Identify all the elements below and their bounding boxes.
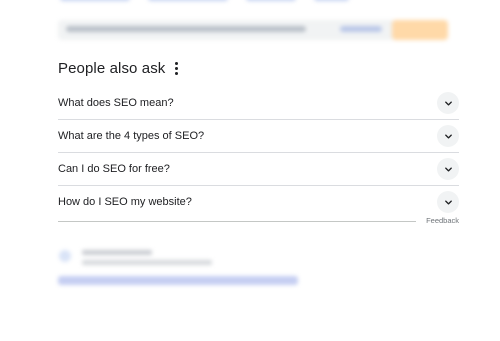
blurred-notice-bar [58,20,448,40]
paa-question-text: How do I SEO my website? [58,196,192,208]
paa-footer: Feedback [58,216,459,232]
chevron-down-icon[interactable] [437,125,459,147]
chevron-down-icon[interactable] [437,92,459,114]
paa-question-text: What does SEO mean? [58,97,174,109]
paa-question[interactable]: Can I do SEO for free? [58,153,459,186]
paa-question[interactable]: What does SEO mean? [58,87,459,120]
paa-question-text: Can I do SEO for free? [58,163,170,175]
chevron-down-icon[interactable] [437,158,459,180]
more-options-icon[interactable] [174,61,178,75]
divider [58,221,416,222]
paa-question[interactable]: What are the 4 types of SEO? [58,120,459,153]
paa-title: People also ask [58,59,166,77]
feedback-link[interactable]: Feedback [426,216,459,225]
paa-question-text: What are the 4 types of SEO? [58,130,205,142]
paa-question[interactable]: How do I SEO my website? [58,186,459,218]
chevron-down-icon[interactable] [437,191,459,213]
people-also-ask: People also ask What does SEO mean? What… [58,57,459,232]
paa-header: People also ask [58,57,459,79]
blurred-top-tabs [60,0,349,1]
blurred-search-result [46,246,326,291]
